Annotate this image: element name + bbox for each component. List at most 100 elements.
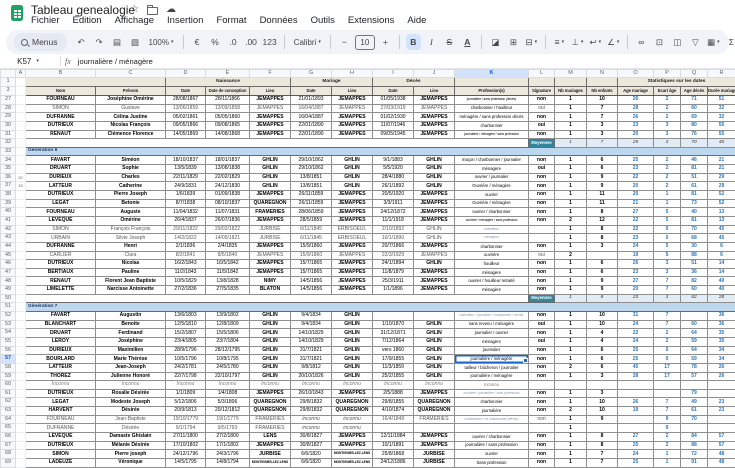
- cell[interactable]: 46: [680, 155, 708, 166]
- cell[interactable]: 01/09/1838: [205, 190, 250, 200]
- cell[interactable]: 15/2/1807: [165, 328, 206, 338]
- column-header-E[interactable]: E: [205, 69, 250, 78]
- row-header-63[interactable]: 63: [0, 406, 16, 416]
- cell[interactable]: GHLIN: [249, 345, 291, 356]
- cell[interactable]: GHLIN: [331, 155, 373, 166]
- cell[interactable]: 01/02/1930: [372, 112, 414, 122]
- cell[interactable]: 3: [586, 120, 618, 131]
- cell[interactable]: JEMAPPES: [249, 112, 291, 122]
- cell[interactable]: GHLIN: [249, 172, 291, 183]
- cell[interactable]: [528, 233, 555, 243]
- menu-extensions[interactable]: Extensions: [348, 15, 394, 26]
- cell[interactable]: 28/5/1859: [290, 215, 332, 226]
- cell[interactable]: 45: [707, 233, 735, 243]
- cell[interactable]: GHLIN: [249, 164, 291, 174]
- cell[interactable]: JEMAPPES: [331, 198, 373, 209]
- cell[interactable]: 60: [680, 319, 708, 330]
- cell[interactable]: Henri: [95, 241, 166, 252]
- cell[interactable]: 17: [653, 371, 681, 382]
- cell[interactable]: GHLIN: [249, 181, 291, 192]
- cell[interactable]: JEMAPPES: [413, 215, 455, 226]
- column-header-D[interactable]: D: [165, 69, 206, 78]
- cell[interactable]: 10/8/1795: [205, 354, 250, 364]
- column-header-Q[interactable]: Q: [680, 69, 708, 78]
- cell[interactable]: 20/12/1812: [205, 406, 250, 416]
- cell[interactable]: JEMAPPES: [413, 440, 455, 451]
- cell[interactable]: 45: [617, 362, 654, 373]
- cell[interactable]: 9/5/1793: [205, 423, 250, 433]
- cell[interactable]: 22/7/1798: [165, 371, 206, 382]
- cell[interactable]: 82: [680, 276, 708, 287]
- cell[interactable]: 9/4/1834: [290, 311, 332, 321]
- cell[interactable]: Pierre joseph: [95, 449, 166, 459]
- cell[interactable]: GHLIN: [413, 328, 455, 338]
- cell[interactable]: [15, 112, 26, 122]
- cell[interactable]: 0: [653, 345, 681, 356]
- cell[interactable]: [15, 457, 26, 468]
- row-header-45[interactable]: 45: [0, 250, 16, 261]
- cell[interactable]: 08/10/1837: [205, 198, 250, 209]
- row-header-46[interactable]: 46: [0, 259, 16, 269]
- cell[interactable]: 6: [707, 241, 735, 252]
- cell[interactable]: 3: [653, 267, 681, 278]
- filter-views-icon[interactable]: ▦ ▾: [706, 34, 721, 50]
- cell[interactable]: 9/1/1883: [372, 155, 414, 166]
- cell[interactable]: 29/10/1862: [290, 164, 332, 174]
- cell[interactable]: non: [528, 354, 555, 364]
- cell[interactable]: 6: [707, 250, 735, 261]
- row-header-28[interactable]: 28: [0, 103, 16, 114]
- cell[interactable]: 2/10/1892: [372, 224, 414, 235]
- cell[interactable]: 12: [586, 215, 618, 226]
- print-icon[interactable]: ▤: [110, 34, 125, 50]
- cell[interactable]: Joséphine Omérine: [95, 95, 166, 105]
- cell[interactable]: 28/08/1867: [165, 95, 206, 105]
- cell[interactable]: 15/7/1865: [290, 267, 332, 278]
- cell[interactable]: JEMAPPES: [331, 267, 373, 278]
- italic-icon[interactable]: I: [424, 34, 439, 50]
- cell[interactable]: 10: [586, 319, 618, 330]
- cell[interactable]: GHLIN: [413, 354, 455, 364]
- cell[interactable]: 13: [707, 215, 735, 226]
- cell[interactable]: Maximilien: [95, 345, 166, 356]
- cell[interactable]: 27: [617, 432, 654, 442]
- cell[interactable]: 14/5/1795: [165, 457, 206, 468]
- cell[interactable]: 20: [617, 285, 654, 295]
- cell[interactable]: [15, 120, 26, 131]
- cell[interactable]: non: [528, 129, 555, 140]
- cell[interactable]: JEMAPPES: [413, 190, 455, 200]
- cell[interactable]: 11/3/1859: [372, 362, 414, 373]
- cell[interactable]: 91: [680, 457, 708, 468]
- row-header-41[interactable]: 41: [0, 215, 16, 226]
- cell[interactable]: 5/5/1920: [372, 164, 414, 174]
- cell[interactable]: 14/8/1794: [205, 457, 250, 468]
- cell[interactable]: 6: [586, 164, 618, 174]
- cell[interactable]: JEMAPPES: [249, 190, 291, 200]
- cell[interactable]: 24: [617, 241, 654, 252]
- cell[interactable]: 6/11/1845: [290, 224, 332, 235]
- cell[interactable]: [15, 345, 26, 356]
- cell[interactable]: 1: [554, 120, 587, 131]
- row-header-35[interactable]: 35: [0, 164, 16, 174]
- cell[interactable]: QUAREGNON: [413, 406, 455, 416]
- cell[interactable]: THOREZ: [25, 371, 96, 382]
- cell[interactable]: 12/8/1809: [205, 319, 250, 330]
- cell[interactable]: 1: [554, 95, 587, 105]
- cell[interactable]: JEMAPPES: [331, 129, 373, 140]
- cell[interactable]: 2: [653, 95, 681, 105]
- cell[interactable]: 7: [653, 397, 681, 408]
- cell[interactable]: 29/11/1822: [165, 224, 206, 235]
- cell[interactable]: charbonnier / houilleur: [454, 103, 529, 114]
- cell[interactable]: 2: [653, 440, 681, 451]
- cell[interactable]: [528, 423, 555, 433]
- cell[interactable]: 23: [617, 120, 654, 131]
- cell[interactable]: DUTRIEUX: [25, 388, 96, 399]
- cell[interactable]: 81: [680, 190, 708, 200]
- cell[interactable]: GHLIN: [413, 336, 455, 347]
- cell[interactable]: FOURNEAU: [25, 414, 96, 425]
- cell[interactable]: JEMAPPES: [413, 241, 455, 252]
- cell[interactable]: [15, 164, 26, 174]
- merge-cells-icon[interactable]: ⊟ ▾: [524, 34, 539, 50]
- row-header-37[interactable]: 37: [0, 181, 16, 192]
- cell[interactable]: non: [528, 285, 555, 295]
- cell[interactable]: 10/1/1890: [372, 233, 414, 243]
